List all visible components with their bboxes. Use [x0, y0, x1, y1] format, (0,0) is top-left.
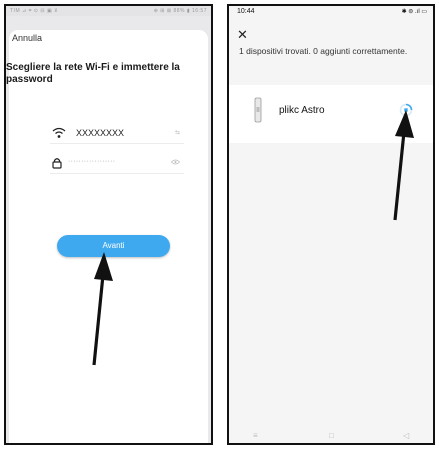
status-bar: TIM ⊿ ⌗ ⊙ ⊟ ▣ ⊻ ⊕ ⊞ ⊠ 88% ▮ 16:57	[6, 6, 211, 16]
page-title: Scegliere la rete Wi-Fi e immettere la p…	[6, 62, 180, 85]
devices-found-message: 1 dispositivi trovati. 0 aggiunti corret…	[239, 46, 408, 56]
password-value: ··················	[68, 158, 116, 165]
password-field[interactable]: ··················	[50, 155, 184, 174]
status-icons: ✱ ⊜ .ıl ▭	[401, 9, 427, 15]
status-left: TIM ⊿ ⌗ ⊙ ⊟ ▣ ⊻	[10, 8, 59, 14]
nav-menu-button[interactable]: ≡	[253, 431, 258, 440]
close-icon[interactable]: ✕	[237, 28, 248, 41]
status-bar: 10:44 ✱ ⊜ .ıl ▭	[229, 6, 433, 18]
wifi-ssid: XXXXXXXX	[76, 128, 125, 138]
wifi-network-field[interactable]: XXXXXXXX ⇆	[50, 125, 184, 144]
lock-icon	[52, 156, 62, 174]
swap-network-icon[interactable]: ⇆	[175, 129, 180, 136]
eye-icon[interactable]	[170, 159, 181, 167]
left-phone-screen: TIM ⊿ ⌗ ⊙ ⊟ ▣ ⊻ ⊕ ⊞ ⊠ 88% ▮ 16:57 Annull…	[4, 4, 213, 445]
nav-back-button[interactable]: ◁	[403, 431, 409, 440]
status-time: 10:44	[237, 8, 255, 15]
wifi-icon	[52, 126, 66, 144]
device-icon	[254, 97, 262, 123]
device-name: plikc Astro	[279, 105, 325, 116]
status-right: ⊕ ⊞ ⊠ 88% ▮ 16:57	[153, 8, 207, 14]
next-button[interactable]: Avanti	[57, 235, 170, 257]
nav-home-button[interactable]: □	[329, 431, 334, 440]
cancel-link[interactable]: Annulla	[12, 33, 42, 43]
spinner-icon	[399, 103, 413, 117]
right-phone-screen: 10:44 ✱ ⊜ .ıl ▭ ✕ 1 dispositivi trovati.…	[227, 4, 435, 445]
system-nav-bar: ≡ □ ◁	[229, 429, 433, 443]
device-list-item[interactable]: plikc Astro	[229, 85, 433, 143]
